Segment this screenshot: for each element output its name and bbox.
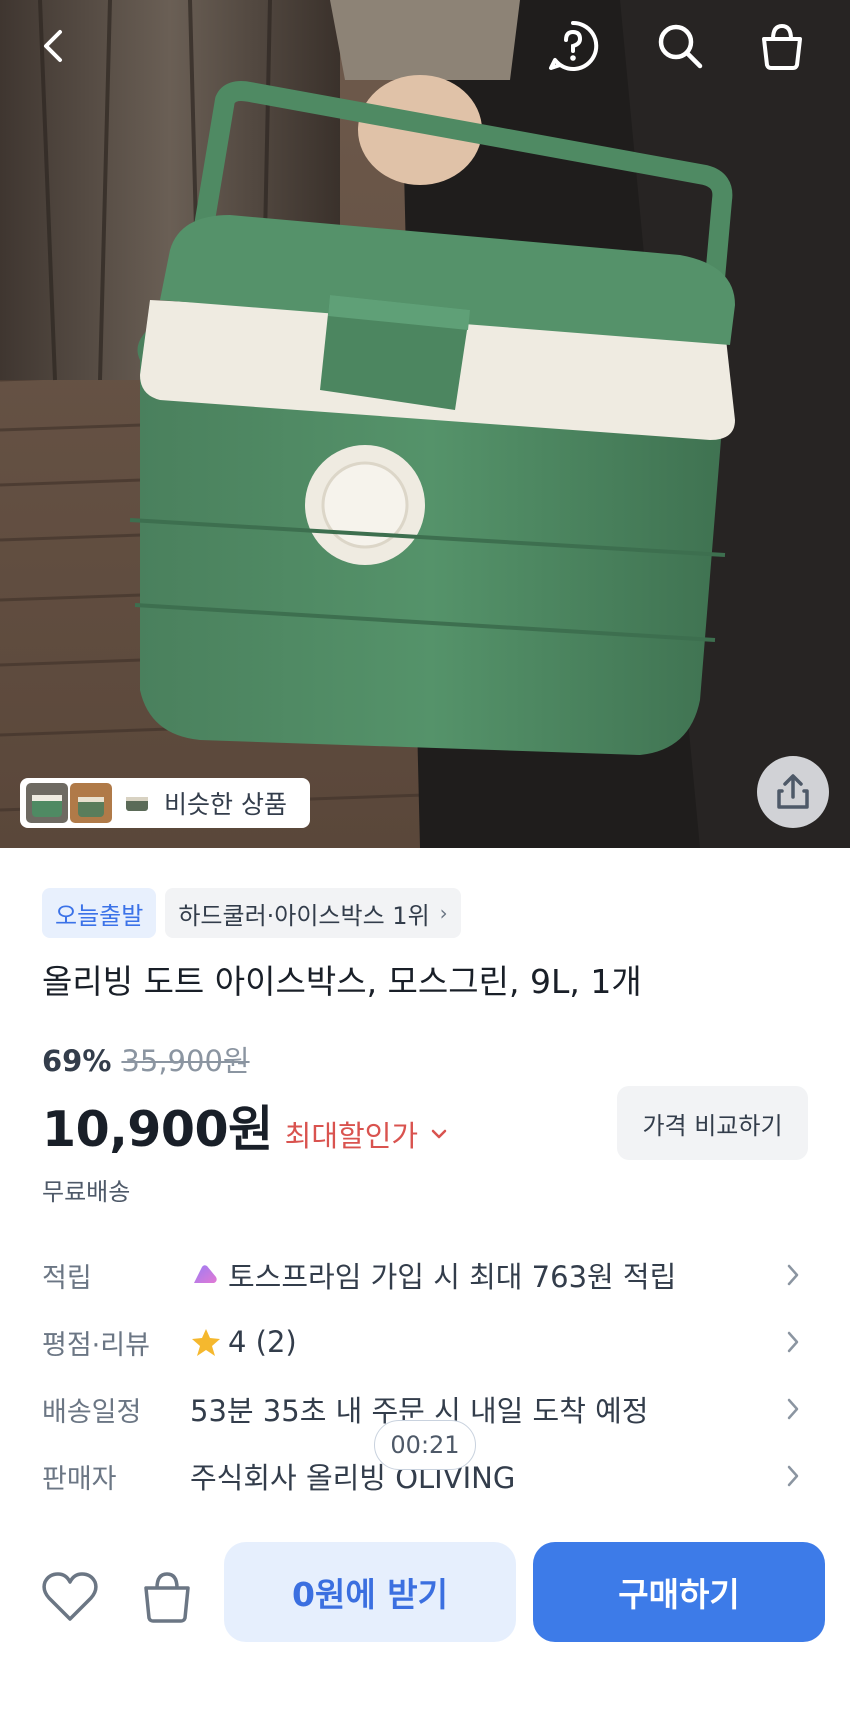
star-icon xyxy=(192,1329,220,1356)
share-button[interactable] xyxy=(757,756,829,828)
badge-row: 오늘출발 하드쿨러·아이스박스 1위 › xyxy=(42,888,461,938)
similar-products-chip[interactable]: 비슷한 상품 xyxy=(20,778,310,828)
question-circle-icon xyxy=(549,20,599,71)
search-icon xyxy=(658,24,703,69)
info-label: 판매자 xyxy=(42,1463,117,1495)
chevron-right-icon xyxy=(787,1465,799,1487)
product-image[interactable]: 비슷한 상품 xyxy=(0,0,850,848)
heart-icon xyxy=(42,1572,98,1621)
similar-thumbnail xyxy=(70,783,112,823)
shipping-info: 무료배송 xyxy=(42,1178,131,1206)
badge-rank-label: 하드쿨러·아이스박스 1위 xyxy=(178,901,430,930)
discount-percent: 69% xyxy=(42,1044,112,1078)
best-price-label: 최대할인가 xyxy=(284,1119,419,1153)
price-row: 10,900원 최대할인가 xyxy=(42,1090,448,1161)
original-price: 35,900원 xyxy=(121,1044,250,1078)
compare-price-button[interactable]: 가격 비교하기 xyxy=(617,1086,808,1160)
info-label: 배송일정 xyxy=(42,1396,142,1428)
info-label: 평점·리뷰 xyxy=(42,1329,150,1361)
info-label: 적립 xyxy=(42,1262,92,1294)
cart-button[interactable] xyxy=(752,16,812,76)
help-button[interactable] xyxy=(543,16,603,76)
chevron-right-icon xyxy=(787,1331,799,1353)
sale-price: 10,900원 xyxy=(42,1101,273,1158)
product-title: 올리빙 도트 아이스박스, 모스그린, 9L, 1개 xyxy=(42,962,642,1001)
add-to-cart-button[interactable] xyxy=(135,1565,199,1629)
chevron-down-icon xyxy=(431,1129,447,1139)
buy-button[interactable]: 구매하기 xyxy=(533,1542,825,1642)
chevron-right-icon xyxy=(787,1264,799,1286)
shopping-bag-icon xyxy=(762,23,802,70)
chevron-right-icon: › xyxy=(439,901,448,925)
discount-row: 69% 35,900원 xyxy=(42,1038,250,1080)
product-photo xyxy=(0,0,850,848)
best-price-toggle[interactable]: 최대할인가 xyxy=(285,1113,448,1155)
bottom-action-bar: 0원에 받기 구매하기 xyxy=(0,1525,850,1716)
info-row-rating[interactable]: 평점·리뷰 4 (2) xyxy=(42,1317,808,1367)
shopping-bag-icon xyxy=(144,1572,190,1623)
chevron-right-icon xyxy=(787,1398,799,1420)
info-row-points[interactable]: 적립 토스프라임 가입 시 최대 763원 적립 xyxy=(42,1250,808,1300)
similar-products-label: 비슷한 상품 xyxy=(164,790,287,819)
badge-category-rank[interactable]: 하드쿨러·아이스박스 1위 › xyxy=(165,888,461,938)
get-free-button[interactable]: 0원에 받기 xyxy=(224,1542,516,1642)
chevron-left-icon xyxy=(44,30,62,62)
badge-today-shipping: 오늘출발 xyxy=(42,888,157,938)
info-value: 토스프라임 가입 시 최대 763원 적립 xyxy=(228,1260,677,1294)
search-button[interactable] xyxy=(650,16,710,76)
cooler-mini-icon xyxy=(126,797,148,811)
back-button[interactable] xyxy=(24,16,84,76)
share-icon xyxy=(777,774,809,809)
countdown-timer: 00:21 xyxy=(374,1420,476,1470)
similar-thumbnail xyxy=(26,783,68,823)
wishlist-button[interactable] xyxy=(38,1565,102,1629)
toss-prime-icon xyxy=(194,1265,217,1283)
info-value: 4 (2) xyxy=(228,1325,297,1359)
